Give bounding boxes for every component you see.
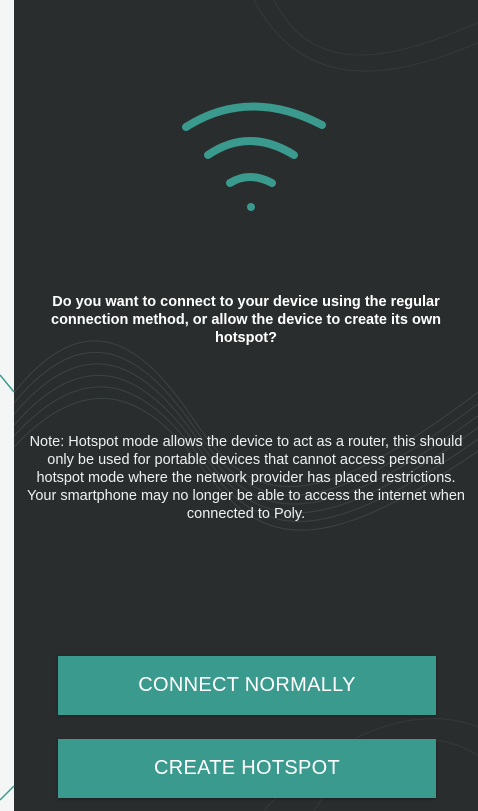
hotspot-prompt-screen: Do you want to connect to your device us… [14,0,478,811]
connection-question-text: Do you want to connect to your device us… [51,294,441,346]
connect-normally-button[interactable]: CONNECT NORMALLY [58,656,436,715]
hotspot-note-text: Note: Hotspot mode allows the device to … [27,434,465,522]
app-frame: Do you want to connect to your device us… [0,0,478,811]
create-hotspot-button[interactable]: CREATE HOTSPOT [58,739,436,798]
wifi-icon [182,102,326,211]
